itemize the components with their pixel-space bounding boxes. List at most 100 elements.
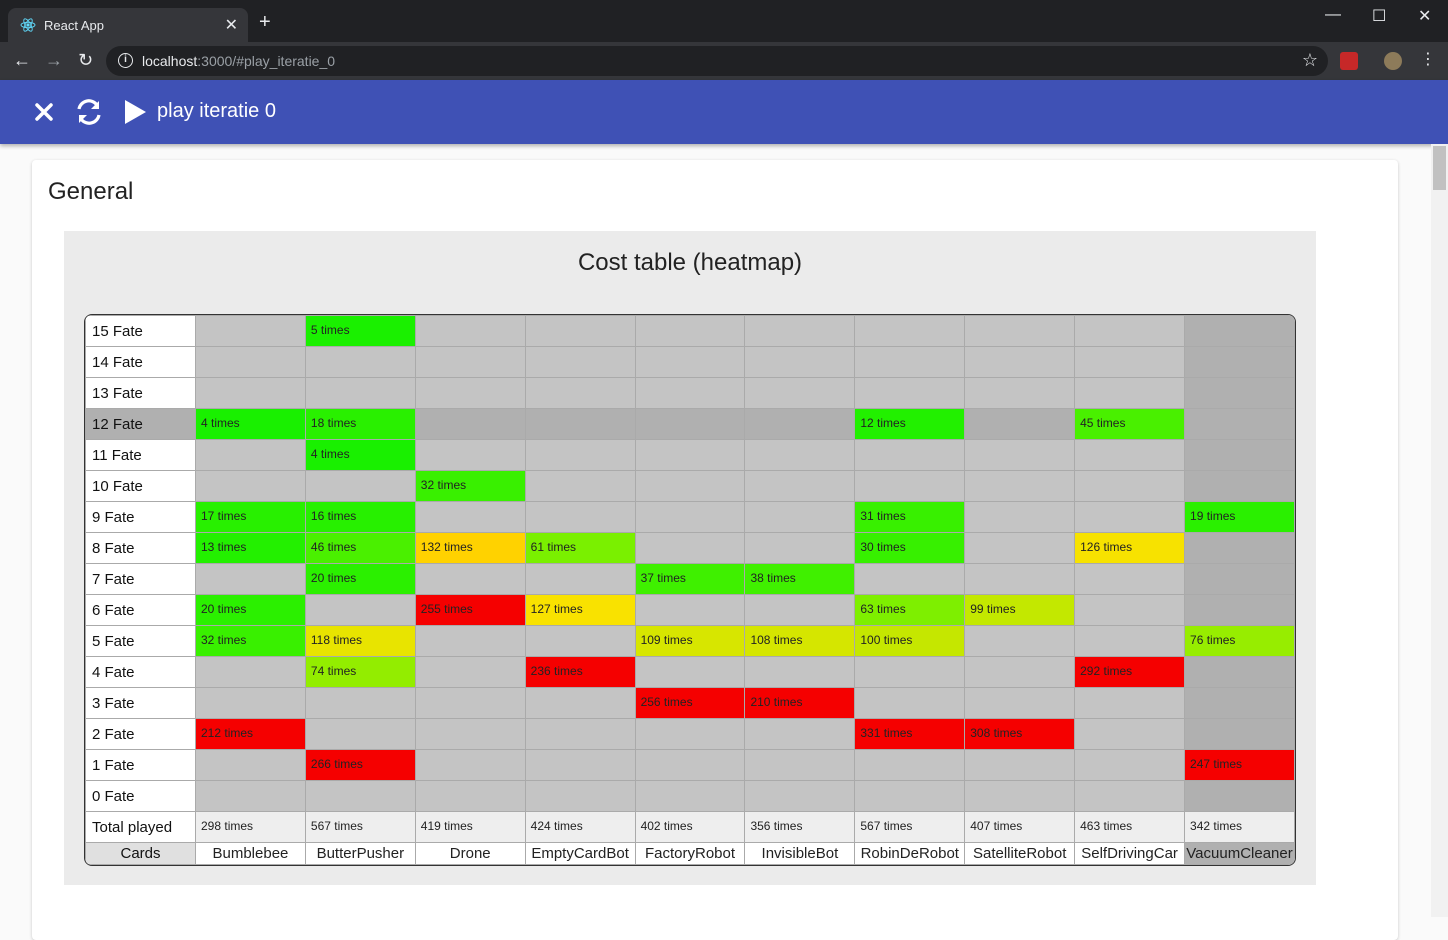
sync-icon[interactable]	[73, 96, 105, 128]
total-cell: 463 times	[1074, 811, 1186, 843]
heatmap-cell: 132 times	[414, 532, 526, 564]
row-label: 1 Fate	[85, 749, 196, 781]
heatmap-cell	[964, 501, 1076, 533]
heatmap-cell	[964, 377, 1076, 409]
heatmap-cell	[634, 780, 746, 812]
heatmap-cell	[414, 656, 526, 688]
profile-avatar[interactable]	[1384, 52, 1402, 70]
heatmap-cell	[964, 315, 1076, 347]
total-cell: 342 times	[1184, 811, 1295, 843]
heatmap-cell: 100 times	[854, 625, 966, 657]
heatmap-cell	[744, 749, 856, 781]
heatmap-cell	[414, 718, 526, 750]
heatmap-row: 9 Fate 17 times 16 times 31 times 19 times	[85, 501, 1295, 533]
heatmap-cell	[195, 346, 306, 378]
heatmap-table-wrapper: 15 Fate 5 times 14 Fate 13 Fate 12 Fate 4 tim…	[84, 314, 1296, 866]
heatmap-cell: 236 times	[524, 656, 636, 688]
heatmap-row: 2 Fate 212 times 331 times 308 times	[85, 718, 1295, 750]
heatmap-cell	[964, 439, 1076, 471]
heatmap-cell: 20 times	[195, 594, 306, 626]
heatmap-cell	[854, 656, 966, 688]
url-text: localhost:3000/#play_iteratie_0	[142, 53, 335, 69]
heatmap-cell	[964, 346, 1076, 378]
heatmap-cell	[195, 780, 306, 812]
reload-icon[interactable]: ↻	[78, 50, 93, 70]
heatmap-cell	[854, 563, 966, 595]
browser-tab[interactable]: React App ✕	[8, 8, 248, 42]
page-scrollbar[interactable]	[1431, 144, 1448, 917]
heatmap-cell: 31 times	[854, 501, 966, 533]
info-icon[interactable]: i	[118, 53, 133, 68]
close-icon[interactable]	[28, 96, 60, 128]
column-header[interactable]: FactoryRobot	[634, 842, 746, 865]
heatmap-cell: 63 times	[854, 594, 966, 626]
play-icon[interactable]	[118, 96, 150, 128]
column-header[interactable]: Drone	[414, 842, 526, 865]
back-icon[interactable]: ←	[13, 50, 31, 70]
total-cell: 419 times	[414, 811, 526, 843]
bookmark-star-icon[interactable]: ☆	[1302, 50, 1318, 71]
heatmap-cell	[1074, 377, 1186, 409]
row-label: 0 Fate	[85, 780, 196, 812]
menu-kebab-icon[interactable]: ⋮	[1420, 50, 1436, 70]
heatmap-cell	[1184, 315, 1295, 347]
total-row: Total played 298 times 567 times 419 times 4…	[85, 811, 1295, 843]
heatmap-cell	[964, 532, 1076, 564]
heatmap-cell	[1184, 563, 1295, 595]
column-header[interactable]: Bumblebee	[195, 842, 306, 865]
heatmap-cell: 45 times	[1074, 408, 1186, 440]
address-bar[interactable]: i localhost:3000/#play_iteratie_0 ☆	[106, 46, 1328, 76]
tab-close-icon[interactable]: ✕	[225, 15, 238, 35]
heatmap-cell	[634, 470, 746, 502]
app-title: play iteratie 0	[157, 100, 276, 122]
column-header[interactable]: SatelliteRobot	[964, 842, 1076, 865]
heatmap-cell	[524, 315, 636, 347]
heatmap-cell	[414, 439, 526, 471]
heatmap-cell: 108 times	[744, 625, 856, 657]
heatmap-cell	[744, 346, 856, 378]
heatmap-cell	[524, 749, 636, 781]
total-cell: 298 times	[195, 811, 306, 843]
heatmap-cell	[524, 687, 636, 719]
row-label: 11 Fate	[85, 439, 196, 471]
column-header[interactable]: InvisibleBot	[744, 842, 856, 865]
extension-icon[interactable]	[1340, 52, 1358, 70]
row-label: 2 Fate	[85, 718, 196, 750]
new-tab-button[interactable]: +	[259, 12, 271, 32]
heatmap-cell	[524, 625, 636, 657]
column-header[interactable]: EmptyCardBot	[524, 842, 636, 865]
column-header[interactable]: VacuumCleaner	[1184, 842, 1295, 865]
heatmap-cell: 18 times	[304, 408, 416, 440]
heatmap-cell	[304, 780, 416, 812]
heatmap-cell	[1074, 501, 1186, 533]
heatmap-cell	[744, 780, 856, 812]
heatmap-row: 11 Fate 4 times	[85, 439, 1295, 471]
heatmap-cell	[1074, 594, 1186, 626]
forward-icon[interactable]: →	[45, 50, 63, 70]
column-header[interactable]: RobinDeRobot	[854, 842, 966, 865]
heatmap-cell	[1074, 470, 1186, 502]
heatmap-cell	[634, 656, 746, 688]
card-heading: General	[48, 178, 134, 205]
heatmap-cell	[634, 718, 746, 750]
heatmap-cell: 16 times	[304, 501, 416, 533]
column-header[interactable]: ButterPusher	[304, 842, 416, 865]
heatmap-cell	[195, 439, 306, 471]
heatmap-cell	[414, 780, 526, 812]
heatmap-cell: 127 times	[524, 594, 636, 626]
heatmap-cell: 12 times	[854, 408, 966, 440]
close-window-icon[interactable]: ✕	[1418, 6, 1431, 26]
heatmap-row: 5 Fate 32 times 118 times 109 times 108 time…	[85, 625, 1295, 657]
column-header[interactable]: SelfDrivingCar	[1074, 842, 1186, 865]
maximize-icon[interactable]: ☐	[1372, 6, 1386, 26]
scrollbar-thumb[interactable]	[1433, 146, 1446, 190]
heatmap-cell	[195, 315, 306, 347]
heatmap-cell	[524, 718, 636, 750]
heatmap-row: 10 Fate 32 times	[85, 470, 1295, 502]
minimize-icon[interactable]: —	[1325, 6, 1341, 24]
row-label: 5 Fate	[85, 625, 196, 657]
heatmap-cell	[744, 439, 856, 471]
heatmap-cell	[1074, 315, 1186, 347]
heatmap-cell: 20 times	[304, 563, 416, 595]
heatmap-cell	[744, 470, 856, 502]
